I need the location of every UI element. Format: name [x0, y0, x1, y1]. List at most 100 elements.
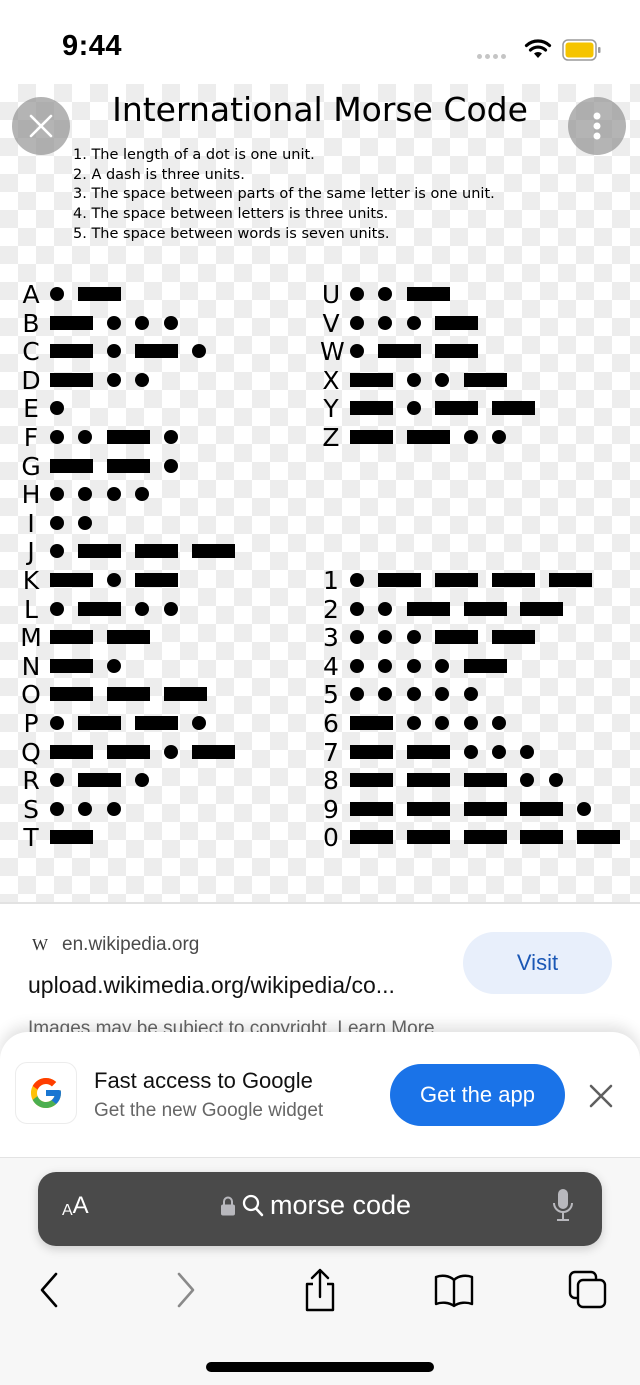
morse-dash [520, 830, 564, 845]
morse-dash [106, 630, 150, 645]
morse-dash [50, 344, 93, 359]
morse-dash [406, 773, 450, 788]
dismiss-promo-button[interactable] [585, 1080, 617, 1112]
morse-dot [106, 344, 121, 359]
morse-dot [50, 515, 64, 530]
microphone-icon[interactable] [552, 1188, 574, 1224]
morse-dot [135, 487, 150, 502]
visit-button[interactable]: Visit [463, 932, 612, 994]
morse-dot [50, 401, 64, 416]
morse-dash [435, 630, 479, 645]
morse-dot [350, 658, 364, 673]
morse-dot [492, 744, 506, 759]
morse-char-label: G [21, 451, 41, 481]
morse-dash [463, 372, 507, 387]
morse-dash [50, 458, 93, 473]
morse-dot [435, 658, 450, 673]
morse-dot [78, 430, 93, 444]
close-viewer-button[interactable] [12, 97, 70, 155]
source-row[interactable]: W en.wikipedia.org [32, 934, 199, 956]
morse-dot [406, 716, 421, 730]
morse-dash [78, 287, 122, 301]
address-text: morse code [270, 1190, 412, 1220]
morse-dash [50, 630, 93, 645]
morse-char-label: S [23, 794, 39, 824]
bookmarks-icon [434, 1274, 474, 1308]
morse-char-label: H [21, 480, 41, 510]
back-button[interactable] [27, 1268, 71, 1312]
morse-dash [135, 573, 179, 587]
result-url[interactable]: upload.wikimedia.org/wikipedia/co... [28, 972, 395, 999]
morse-dot [163, 430, 178, 444]
get-the-app-button[interactable]: Get the app [390, 1064, 565, 1126]
wifi-icon [524, 39, 552, 58]
morse-dash [50, 830, 93, 845]
morse-char-label: V [322, 308, 340, 338]
morse-dash [106, 687, 150, 702]
share-button[interactable] [298, 1268, 342, 1312]
morse-dot [135, 315, 150, 330]
text-size-small-glyph: A [62, 1202, 73, 1219]
address-field[interactable]: morse code [220, 1190, 411, 1221]
morse-dot [50, 601, 64, 616]
morse-dot [520, 773, 535, 788]
morse-dot [350, 630, 364, 645]
morse-dot [106, 801, 121, 816]
morse-char-label: 4 [323, 651, 339, 681]
wikipedia-icon: W [32, 935, 49, 954]
morse-char-label: B [22, 308, 40, 338]
morse-dot [192, 344, 206, 359]
morse-dot [463, 430, 478, 444]
image-viewer[interactable]: International Morse Code 1. The length o… [0, 84, 640, 904]
morse-dash [106, 458, 150, 473]
home-indicator[interactable] [206, 1362, 434, 1372]
text-size-button[interactable]: AA [62, 1192, 89, 1220]
morse-dash [406, 744, 450, 759]
morse-dot [378, 601, 393, 616]
browser-chrome: AA morse code [0, 1158, 640, 1385]
tabs-icon [568, 1270, 607, 1309]
result-info: W en.wikipedia.org upload.wikimedia.org/… [0, 904, 640, 1039]
morse-dot [435, 372, 450, 387]
morse-dash [106, 744, 150, 759]
morse-dot [406, 372, 421, 387]
morse-dot [548, 773, 563, 788]
morse-dash [463, 801, 507, 816]
morse-dot [492, 716, 506, 730]
status-bar: 9:44 [0, 0, 640, 84]
morse-char-label: D [21, 365, 41, 395]
morse-dash [463, 773, 507, 788]
status-time: 9:44 [62, 30, 123, 62]
morse-dot [406, 630, 421, 645]
morse-char-label: Z [322, 423, 340, 452]
forward-button[interactable] [164, 1268, 208, 1312]
morse-char-label: 8 [323, 766, 339, 796]
source-domain[interactable]: en.wikipedia.org [62, 934, 199, 956]
morse-dot [78, 801, 93, 816]
morse-dash [435, 315, 479, 330]
morse-dash [50, 315, 93, 330]
morse-dot [406, 687, 421, 702]
address-bar[interactable]: AA morse code [38, 1172, 602, 1246]
morse-char-label: K [22, 566, 40, 595]
morse-dot [50, 801, 64, 816]
more-options-button[interactable] [568, 97, 626, 155]
morse-char-label: L [24, 594, 38, 624]
morse-dot [406, 658, 421, 673]
morse-dash [378, 344, 422, 359]
morse-dot [106, 315, 121, 330]
morse-char-label: I [27, 508, 35, 538]
morse-dash [78, 716, 122, 730]
morse-dash [350, 430, 393, 444]
morse-dash [106, 430, 150, 444]
morse-dash [50, 573, 93, 587]
tabs-button[interactable] [566, 1268, 610, 1312]
morse-dash [548, 573, 592, 587]
morse-dot [350, 573, 364, 587]
browser-toolbar [0, 1258, 640, 1318]
bookmarks-button[interactable] [432, 1268, 476, 1312]
morse-char-label: 3 [323, 623, 339, 653]
close-icon [29, 114, 53, 138]
morse-dot [106, 372, 121, 387]
morse-char-label: X [322, 365, 340, 395]
